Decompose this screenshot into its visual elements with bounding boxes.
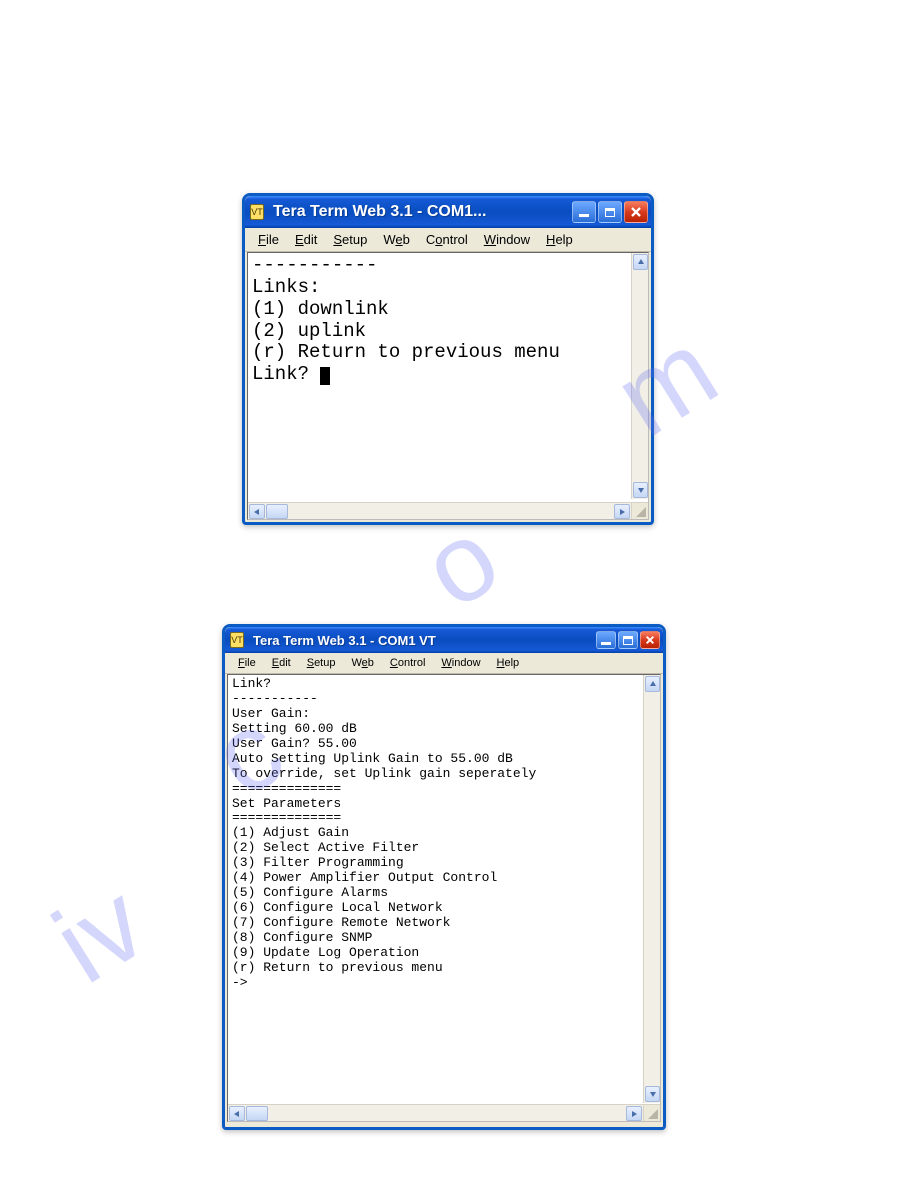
window-title: Tera Term Web 3.1 - COM1 VT <box>253 633 596 648</box>
title-bar[interactable]: VT Tera Term Web 3.1 - COM1... <box>245 196 651 228</box>
chevron-down-icon <box>649 1090 657 1098</box>
chevron-up-icon <box>649 680 657 688</box>
menu-edit[interactable]: Edit <box>265 656 298 670</box>
chevron-left-icon <box>253 508 261 516</box>
scrollbar-corner <box>643 1104 660 1121</box>
window-buttons <box>572 201 648 223</box>
menu-web[interactable]: Web <box>376 231 417 248</box>
chevron-down-icon <box>637 486 645 494</box>
vt-icon: VT <box>250 204 264 220</box>
watermark-char: iv <box>32 859 167 1009</box>
chevron-right-icon <box>630 1110 638 1118</box>
window-buttons <box>596 631 660 649</box>
vertical-scrollbar[interactable] <box>631 253 648 499</box>
horizontal-scrollbar[interactable] <box>228 1104 643 1121</box>
menu-setup[interactable]: Setup <box>326 231 374 248</box>
scroll-thumb[interactable] <box>246 1106 268 1121</box>
scroll-left-button[interactable] <box>249 504 265 519</box>
minimize-button[interactable] <box>596 631 616 649</box>
maximize-icon <box>605 208 615 217</box>
scroll-down-button[interactable] <box>645 1086 660 1102</box>
scroll-up-button[interactable] <box>645 676 660 692</box>
terminal-output[interactable]: Link? ----------- User Gain: Setting 60.… <box>228 675 660 993</box>
menu-file[interactable]: File <box>231 656 263 670</box>
app-icon: VT <box>251 203 269 221</box>
terminal-output[interactable]: ----------- Links: (1) downlink (2) upli… <box>248 253 648 388</box>
menu-edit[interactable]: Edit <box>288 231 324 248</box>
scroll-up-button[interactable] <box>633 254 648 270</box>
chevron-right-icon <box>618 508 626 516</box>
horizontal-scrollbar[interactable] <box>248 502 631 519</box>
scroll-down-button[interactable] <box>633 482 648 498</box>
scrollbar-corner <box>631 502 648 519</box>
menu-help[interactable]: Help <box>490 656 527 670</box>
menu-help[interactable]: Help <box>539 231 580 248</box>
scroll-thumb[interactable] <box>266 504 288 519</box>
scroll-track[interactable] <box>632 271 648 481</box>
maximize-button[interactable] <box>618 631 638 649</box>
scroll-right-button[interactable] <box>614 504 630 519</box>
menu-control[interactable]: Control <box>383 656 432 670</box>
close-icon <box>645 635 655 645</box>
minimize-icon <box>579 214 589 217</box>
chevron-up-icon <box>637 258 645 266</box>
minimize-icon <box>601 642 611 645</box>
menu-setup[interactable]: Setup <box>300 656 343 670</box>
close-button[interactable] <box>640 631 660 649</box>
menu-file[interactable]: File <box>251 231 286 248</box>
minimize-button[interactable] <box>572 201 596 223</box>
maximize-icon <box>623 636 633 645</box>
vt-icon: VT <box>230 632 244 648</box>
client-area: ----------- Links: (1) downlink (2) upli… <box>247 252 649 520</box>
vertical-scrollbar[interactable] <box>643 675 660 1103</box>
cursor-icon <box>320 367 330 385</box>
menu-control[interactable]: Control <box>419 231 475 248</box>
resize-grip-icon[interactable] <box>636 507 646 517</box>
menu-bar: File Edit Setup Web Control Window Help <box>245 228 651 252</box>
maximize-button[interactable] <box>598 201 622 223</box>
scroll-left-button[interactable] <box>229 1106 245 1121</box>
close-icon <box>630 206 642 218</box>
scroll-track[interactable] <box>268 1105 625 1121</box>
menu-web[interactable]: Web <box>344 656 380 670</box>
scroll-right-button[interactable] <box>626 1106 642 1121</box>
scroll-track[interactable] <box>288 503 613 519</box>
close-button[interactable] <box>624 201 648 223</box>
window-title: Tera Term Web 3.1 - COM1... <box>273 203 572 221</box>
title-bar[interactable]: VT Tera Term Web 3.1 - COM1 VT <box>225 627 663 653</box>
resize-grip-icon[interactable] <box>648 1109 658 1119</box>
menu-window[interactable]: Window <box>477 231 537 248</box>
menu-bar: File Edit Setup Web Control Window Help <box>225 653 663 674</box>
terminal-window-links: VT Tera Term Web 3.1 - COM1... File Edit… <box>242 193 654 525</box>
chevron-left-icon <box>233 1110 241 1118</box>
client-area: Link? ----------- User Gain: Setting 60.… <box>227 674 661 1122</box>
app-icon: VT <box>231 631 249 649</box>
scroll-track[interactable] <box>644 693 660 1085</box>
menu-window[interactable]: Window <box>434 656 487 670</box>
terminal-window-parameters: VT Tera Term Web 3.1 - COM1 VT File Edit… <box>222 624 666 1130</box>
